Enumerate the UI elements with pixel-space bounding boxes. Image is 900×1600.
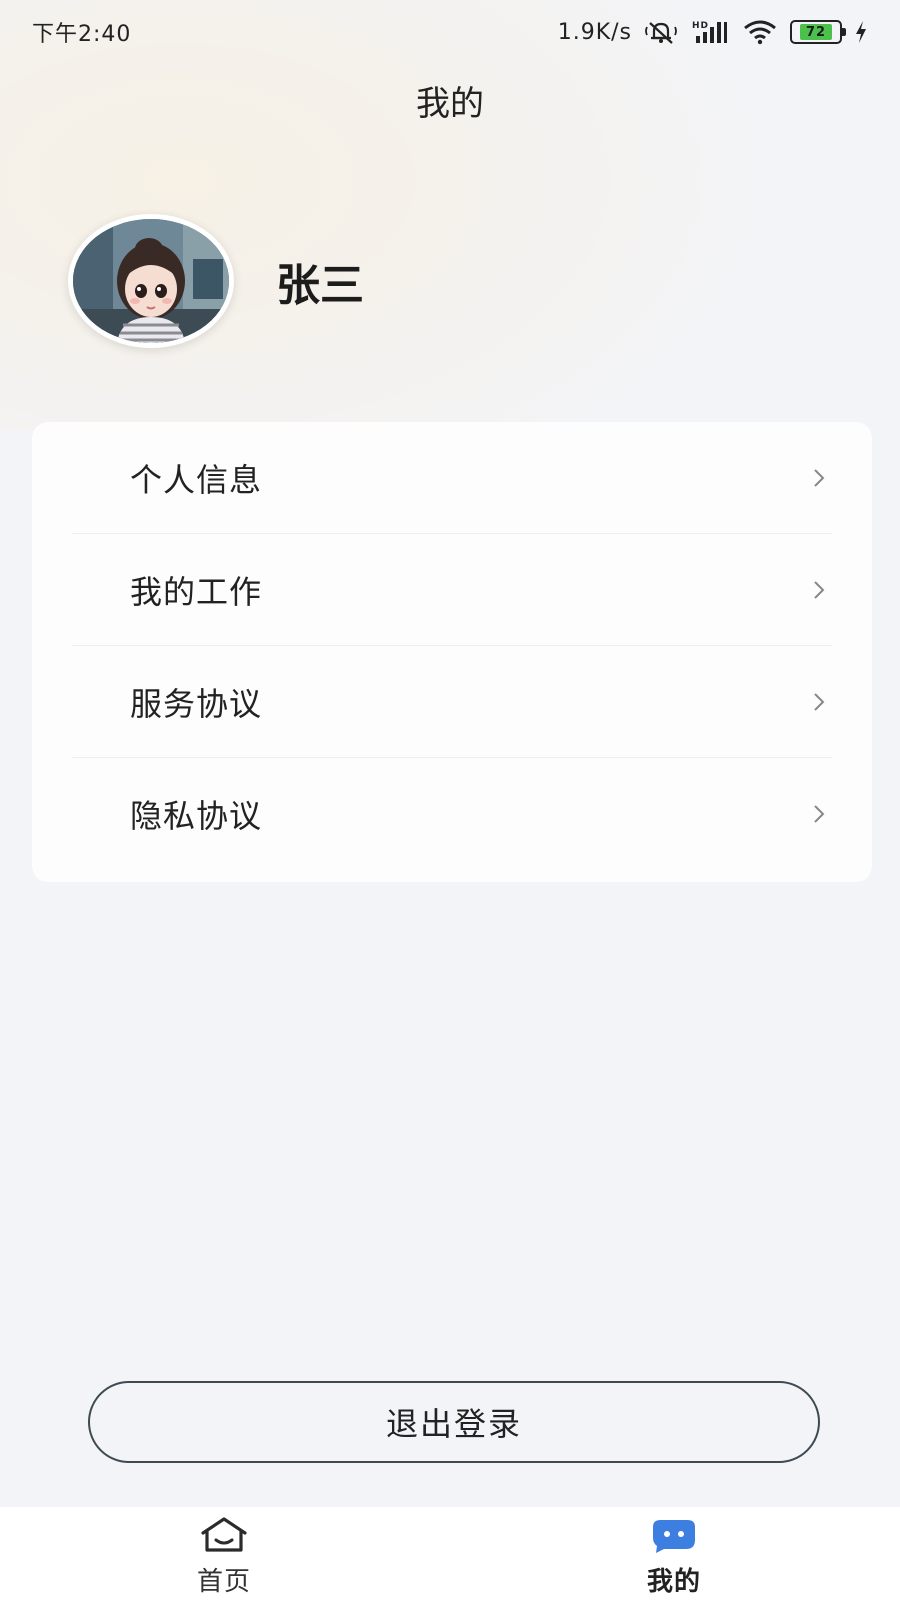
cellular-signal-icon: HD [690, 19, 730, 45]
tab-mine[interactable]: 我的 [574, 1507, 774, 1600]
tab-home[interactable]: 首页 [124, 1507, 324, 1600]
menu-card: 个人信息 我的工作 服务协议 隐私协议 [32, 422, 872, 882]
battery-level: 72 [800, 24, 832, 40]
menu-item-service-agreement[interactable]: 服务协议 [72, 646, 832, 758]
logout-button[interactable]: 退出登录 [88, 1381, 820, 1463]
tab-label: 我的 [646, 1567, 701, 1597]
chevron-right-icon [812, 803, 826, 825]
status-bar: 下午2:40 1.9K/s HD 72 [0, 0, 900, 64]
status-indicators: 1.9K/s HD 72 [558, 19, 868, 45]
chevron-right-icon [812, 691, 826, 713]
mute-bell-icon [644, 19, 678, 45]
menu-item-privacy-agreement[interactable]: 隐私协议 [72, 758, 832, 870]
profile-section: 张三 [68, 214, 364, 348]
page-title: 我的 [416, 84, 484, 124]
user-name: 张三 [276, 260, 364, 311]
bottom-tab-bar: 首页 我的 [0, 1507, 900, 1600]
chevron-right-icon [812, 467, 826, 489]
home-icon [199, 1515, 249, 1555]
charging-bolt-icon [854, 19, 868, 45]
menu-item-label: 个人信息 [130, 460, 263, 499]
profile-chat-icon [650, 1515, 698, 1555]
chevron-right-icon [812, 579, 826, 601]
tab-label: 首页 [196, 1567, 251, 1597]
menu-item-personal-info[interactable]: 个人信息 [72, 422, 832, 534]
menu-item-label: 服务协议 [130, 684, 263, 723]
status-time: 下午2:40 [32, 22, 132, 47]
battery-indicator: 72 [790, 20, 846, 44]
menu-item-label: 我的工作 [130, 572, 263, 611]
signal-hd-label: HD [692, 21, 709, 31]
avatar[interactable] [68, 214, 234, 348]
network-speed: 1.9K/s [557, 19, 632, 45]
menu-item-label: 隐私协议 [130, 797, 263, 835]
menu-item-my-work[interactable]: 我的工作 [72, 534, 832, 646]
wifi-icon [742, 19, 778, 45]
